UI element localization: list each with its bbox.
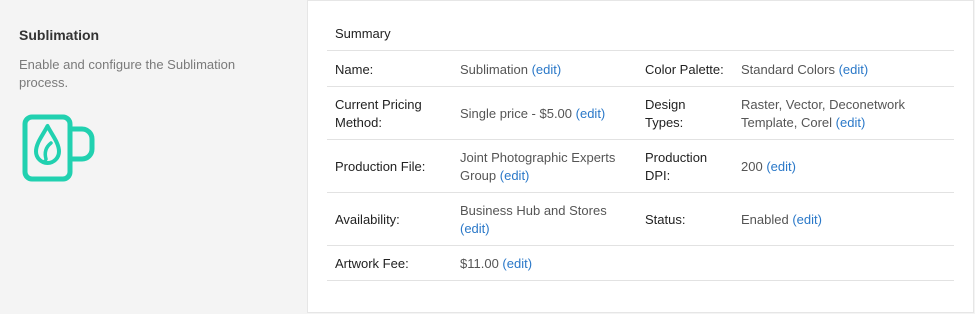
edit-design-types-link[interactable]: (edit): [836, 115, 866, 130]
divider: [327, 50, 954, 51]
edit-production-file-link[interactable]: (edit): [500, 168, 530, 183]
pricing-text: Single price - $5.00: [460, 106, 573, 121]
artwork-fee-value: $11.00 (edit): [460, 255, 532, 273]
artwork-fee-text: $11.00: [460, 256, 499, 271]
production-file-label: Production File:: [335, 159, 426, 174]
production-file-value: Joint Photographic Experts Group (edit): [460, 149, 635, 185]
summary-header: Summary: [335, 26, 391, 41]
divider: [327, 280, 954, 281]
divider: [327, 192, 954, 193]
name-label: Name:: [335, 62, 374, 77]
sublimation-mug-icon: [22, 114, 95, 182]
status-value: Enabled (edit): [741, 211, 822, 229]
production-dpi-value: 200 (edit): [741, 158, 796, 176]
edit-production-dpi-link[interactable]: (edit): [766, 159, 796, 174]
name-text: Sublimation: [460, 62, 528, 77]
production-dpi-label: Production DPI:: [645, 150, 708, 183]
divider: [327, 139, 954, 140]
color-palette-text: Standard Colors: [741, 62, 835, 77]
edit-color-palette-link[interactable]: (edit): [839, 62, 869, 77]
edit-status-link[interactable]: (edit): [792, 212, 822, 227]
availability-value: Business Hub and Stores (edit): [460, 202, 630, 238]
divider: [327, 86, 954, 87]
status-label: Status:: [645, 212, 686, 227]
summary-card: Summary Name: Sublimation (edit) Color P…: [307, 0, 974, 313]
production-dpi-text: 200: [741, 159, 763, 174]
section-title: Sublimation: [19, 27, 100, 43]
availability-text: Business Hub and Stores: [460, 203, 607, 218]
design-types-value: Raster, Vector, Deconetwork Template, Co…: [741, 96, 941, 132]
edit-name-link[interactable]: (edit): [532, 62, 562, 77]
pricing-label: Current Pricing Method:: [335, 97, 422, 130]
divider: [327, 245, 954, 246]
color-palette-label: Color Palette:: [645, 62, 724, 77]
section-description: Enable and configure the Sublimation pro…: [19, 57, 236, 90]
design-types-text: Raster, Vector, Deconetwork Template, Co…: [741, 97, 906, 130]
availability-label: Availability:: [335, 212, 400, 227]
name-value: Sublimation (edit): [460, 61, 561, 79]
pricing-value: Single price - $5.00 (edit): [460, 105, 605, 123]
section-info-panel: Sublimation Enable and configure the Sub…: [0, 0, 307, 314]
status-text: Enabled: [741, 212, 789, 227]
design-types-label: Design Types:: [645, 97, 686, 130]
page: Sublimation Enable and configure the Sub…: [0, 0, 975, 314]
edit-availability-link[interactable]: (edit): [460, 221, 490, 236]
color-palette-value: Standard Colors (edit): [741, 61, 868, 79]
artwork-fee-label: Artwork Fee:: [335, 256, 409, 271]
production-file-text: Joint Photographic Experts Group: [460, 150, 616, 183]
edit-artwork-fee-link[interactable]: (edit): [502, 256, 532, 271]
edit-pricing-link[interactable]: (edit): [576, 106, 606, 121]
